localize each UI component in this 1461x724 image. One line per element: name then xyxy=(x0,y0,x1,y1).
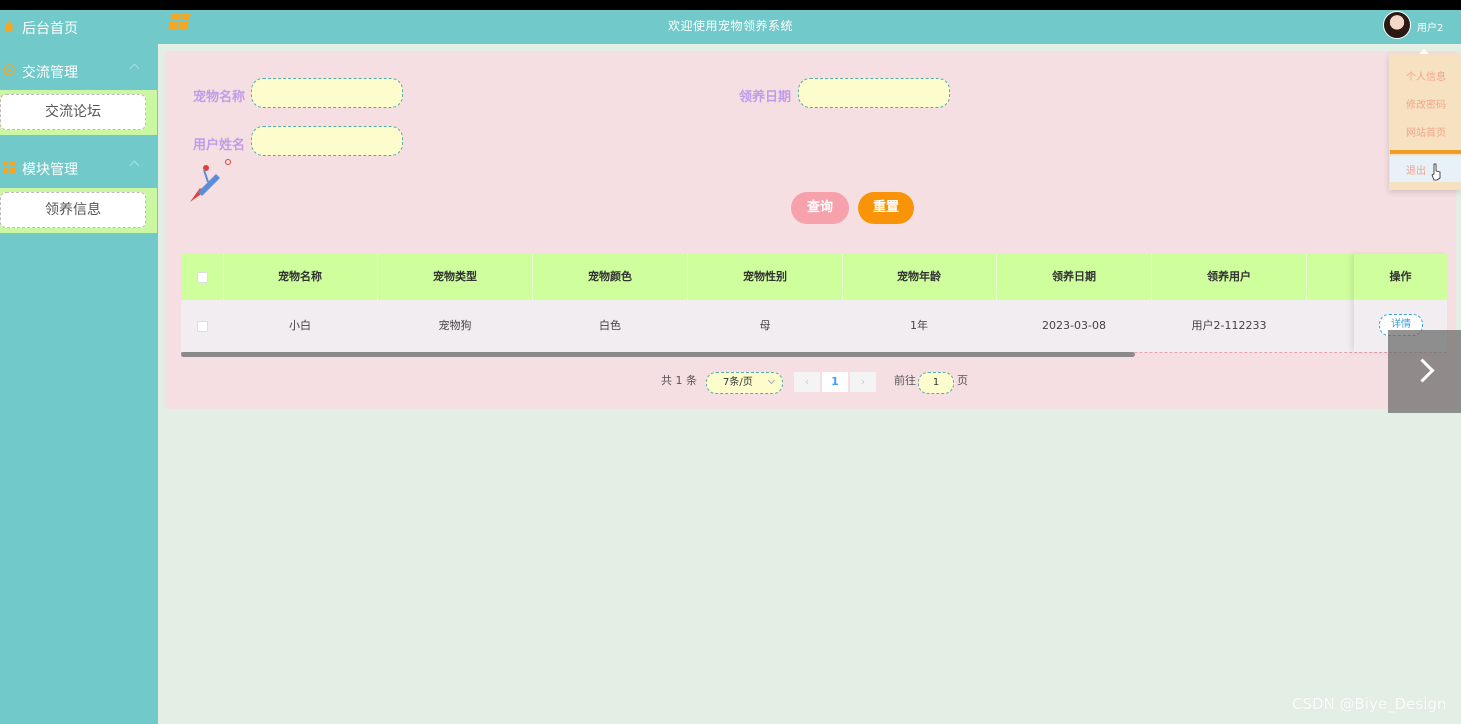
adopt-date-label: 领养日期 xyxy=(739,90,792,105)
chevron-right-icon xyxy=(1410,358,1435,383)
avatar[interactable] xyxy=(1383,11,1411,39)
menu-divider xyxy=(1390,150,1461,154)
chevron-up-icon xyxy=(129,63,140,74)
menu-item-site-home[interactable]: 网站首页 xyxy=(1406,124,1446,139)
table-cell: 2023-03-08 xyxy=(1042,319,1106,332)
table-cell: 白色 xyxy=(599,319,621,332)
sidebar-group-exchange[interactable]: 交流管理 xyxy=(0,54,158,86)
home-icon xyxy=(4,21,14,31)
sidebar-group-label: 交流管理 xyxy=(22,65,78,81)
goto-suffix: 页 xyxy=(957,374,968,387)
sidebar-item-home[interactable]: 后台首页 xyxy=(0,10,158,42)
table-cell: 宠物狗 xyxy=(438,319,472,332)
adopt-date-input[interactable] xyxy=(798,78,950,108)
column-header[interactable]: 宠物颜色 xyxy=(533,254,688,300)
user-name-input[interactable] xyxy=(251,126,403,156)
sidebar: 后台首页 交流管理 交流论坛 模块管理 领养信息 xyxy=(0,10,158,724)
menu-item-profile[interactable]: 个人信息 xyxy=(1406,68,1446,83)
pagination-total: 共 1 条 xyxy=(661,374,697,387)
next-page-button[interactable]: › xyxy=(850,372,876,392)
chat-icon xyxy=(3,64,15,76)
row-checkbox[interactable] xyxy=(197,321,208,332)
pet-name-label: 宠物名称 xyxy=(193,90,246,105)
menu-item-logout[interactable]: 退出 xyxy=(1406,162,1426,177)
table-cell: 1年 xyxy=(910,319,928,332)
column-header[interactable]: 宠物性别 xyxy=(688,254,843,300)
submenu-exchange: 交流论坛 xyxy=(0,90,157,135)
page-title: 欢迎使用宠物领养系统 xyxy=(667,19,793,33)
menu-item-change-password[interactable]: 修改密码 xyxy=(1406,96,1446,111)
pet-name-input[interactable] xyxy=(251,78,403,108)
table-cell: 用户2-112233 xyxy=(1191,319,1267,332)
prev-page-button[interactable]: ‹ xyxy=(794,372,820,392)
sidebar-item-label: 后台首页 xyxy=(22,21,78,37)
select-all-cell xyxy=(181,254,224,300)
column-header-operation: 操作 xyxy=(1354,254,1447,300)
sidebar-group-modules[interactable]: 模块管理 xyxy=(0,151,158,183)
sidebar-group-label: 模块管理 xyxy=(22,162,78,178)
next-slide-button[interactable] xyxy=(1388,330,1461,413)
table-row: 小白 宠物狗 白色 母 1年 2023-03-08 用户2-112233 xyxy=(181,300,1447,353)
user-dropdown-menu: 个人信息 修改密码 网站首页 退出 xyxy=(1389,49,1461,190)
user-name-label: 用户姓名 xyxy=(193,138,246,153)
column-header[interactable]: 宠物类型 xyxy=(378,254,533,300)
data-table: 宠物名称 宠物类型 宠物颜色 宠物性别 宠物年龄 领养日期 领养用户 小白 宠物… xyxy=(181,254,1447,353)
page-size-value: 7条/页 xyxy=(723,377,753,388)
column-header[interactable]: 宠物名称 xyxy=(223,254,378,300)
goto-label: 前往 xyxy=(894,374,916,387)
window-top-bar xyxy=(0,0,1461,10)
submenu-modules: 领养信息 xyxy=(0,188,157,233)
watermark: CSDN @Biye_Design xyxy=(1292,695,1447,713)
page-number-current[interactable]: 1 xyxy=(822,372,848,392)
username[interactable]: 用户2 xyxy=(1417,19,1443,34)
query-button[interactable]: 查询 xyxy=(791,192,849,224)
table-cell: 母 xyxy=(759,319,771,332)
hand-cursor-icon xyxy=(1431,163,1441,181)
sidebar-item-forum[interactable]: 交流论坛 xyxy=(0,94,146,130)
select-all-checkbox[interactable] xyxy=(197,272,208,283)
page-size-select[interactable]: 7条/页 xyxy=(706,372,783,394)
chevron-up-icon xyxy=(129,160,140,171)
horizontal-scrollbar[interactable] xyxy=(181,352,1135,357)
column-header[interactable]: 领养日期 xyxy=(997,254,1152,300)
table-cell: 小白 xyxy=(289,319,311,332)
reset-button[interactable]: 重置 xyxy=(858,192,914,224)
grid-icon xyxy=(3,161,15,173)
table-header: 宠物名称 宠物类型 宠物颜色 宠物性别 宠物年龄 领养日期 领养用户 xyxy=(181,254,1447,300)
column-header[interactable]: 领养用户 xyxy=(1152,254,1307,300)
column-header[interactable]: 宠物年龄 xyxy=(842,254,997,300)
chevron-down-icon xyxy=(767,376,776,385)
rocket-decoration-icon xyxy=(190,159,231,202)
goto-page-input[interactable]: 1 xyxy=(918,372,954,394)
sidebar-item-adoption-info[interactable]: 领养信息 xyxy=(0,192,146,228)
dropdown-caret xyxy=(1419,49,1429,54)
